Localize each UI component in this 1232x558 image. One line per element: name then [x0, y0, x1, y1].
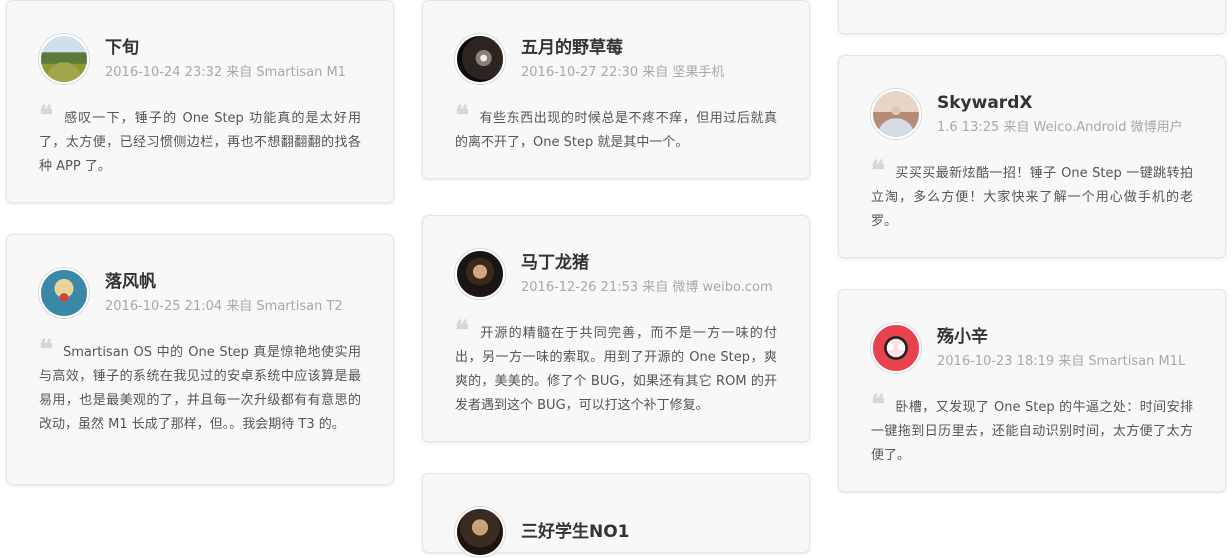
quote-icon: ❝	[871, 156, 885, 186]
post-meta: 2016-10-27 22:30 来自 坚果手机	[521, 65, 725, 80]
quote-icon: ❝	[39, 101, 53, 131]
testimonial-card: 落风帆 2016-10-25 21:04 来自 Smartisan T2 ❝ Sm…	[6, 234, 394, 485]
user-name[interactable]: 落风帆	[105, 271, 343, 293]
post-meta: 1.6 13:25 来自 Weico.Android 微博用户	[937, 120, 1183, 135]
testimonial-card: 殇小辛 2016-10-23 18:19 来自 Smartisan M1L ❝ 卧…	[838, 289, 1226, 492]
quote-text: ❝ Smartisan OS 中的 One Step 真是惊艳地使实用与高效，锤子…	[39, 335, 361, 432]
avatar[interactable]	[39, 34, 89, 84]
quote-text: ❝ 开源的精髓在于共同完善，而不是一方一味的付出，另一方一味的索取。用到了开源的 …	[455, 316, 777, 413]
user-name[interactable]: SkywardX	[937, 92, 1183, 114]
user-name[interactable]: 五月的野草莓	[521, 37, 724, 59]
avatar[interactable]	[455, 507, 505, 557]
avatar[interactable]	[871, 323, 921, 373]
quote-text: ❝ 感叹一下，锤子的 One Step 功能真的是太好用了，太方便，已经习惯侧边栏…	[39, 101, 361, 174]
quote-icon: ❝	[455, 101, 469, 131]
user-name[interactable]: 下旬	[105, 37, 346, 59]
quote-text: ❝ 买买买最新炫酷一招！锤子 One Step 一键跳转拍立淘，多么方便！大家快来…	[871, 156, 1193, 229]
user-name[interactable]: 马丁龙猪	[521, 252, 773, 274]
avatar[interactable]	[39, 268, 89, 318]
avatar[interactable]	[871, 89, 921, 139]
testimonial-card: SkywardX 1.6 13:25 来自 Weico.Android 微博用户…	[838, 55, 1226, 258]
testimonial-card	[838, 0, 1226, 34]
user-name[interactable]: 殇小辛	[937, 326, 1185, 348]
avatar[interactable]	[455, 34, 505, 84]
post-meta: 2016-10-23 18:19 来自 Smartisan M1L	[937, 354, 1186, 369]
quote-icon: ❝	[455, 316, 469, 346]
avatar[interactable]	[455, 249, 505, 299]
quote-icon: ❝	[39, 335, 53, 365]
testimonial-card: 下旬 2016-10-24 23:32 来自 Smartisan M1 ❝ 感叹一…	[6, 0, 394, 203]
post-meta: 2016-10-25 21:04 来自 Smartisan T2	[105, 299, 343, 314]
post-meta: 2016-10-24 23:32 来自 Smartisan M1	[105, 65, 346, 80]
testimonial-card: 五月的野草莓 2016-10-27 22:30 来自 坚果手机 ❝ 有些东西出现的…	[422, 0, 810, 179]
post-meta: 2016-12-26 21:53 来自 微博 weibo.com	[521, 280, 773, 295]
quote-text: ❝ 卧槽，又发现了 One Step 的牛逼之处：时间安排一键拖到日历里去，还能自…	[871, 390, 1193, 463]
quote-icon: ❝	[871, 390, 885, 420]
quote-text: ❝ 有些东西出现的时候总是不疼不痒，但用过后就真的离不开了，One Step 就是…	[455, 101, 777, 150]
testimonial-card: 马丁龙猪 2016-12-26 21:53 来自 微博 weibo.com ❝ 开…	[422, 215, 810, 442]
user-name[interactable]: 三好学生NO1	[521, 521, 630, 543]
testimonial-card: 三好学生NO1	[422, 473, 810, 557]
